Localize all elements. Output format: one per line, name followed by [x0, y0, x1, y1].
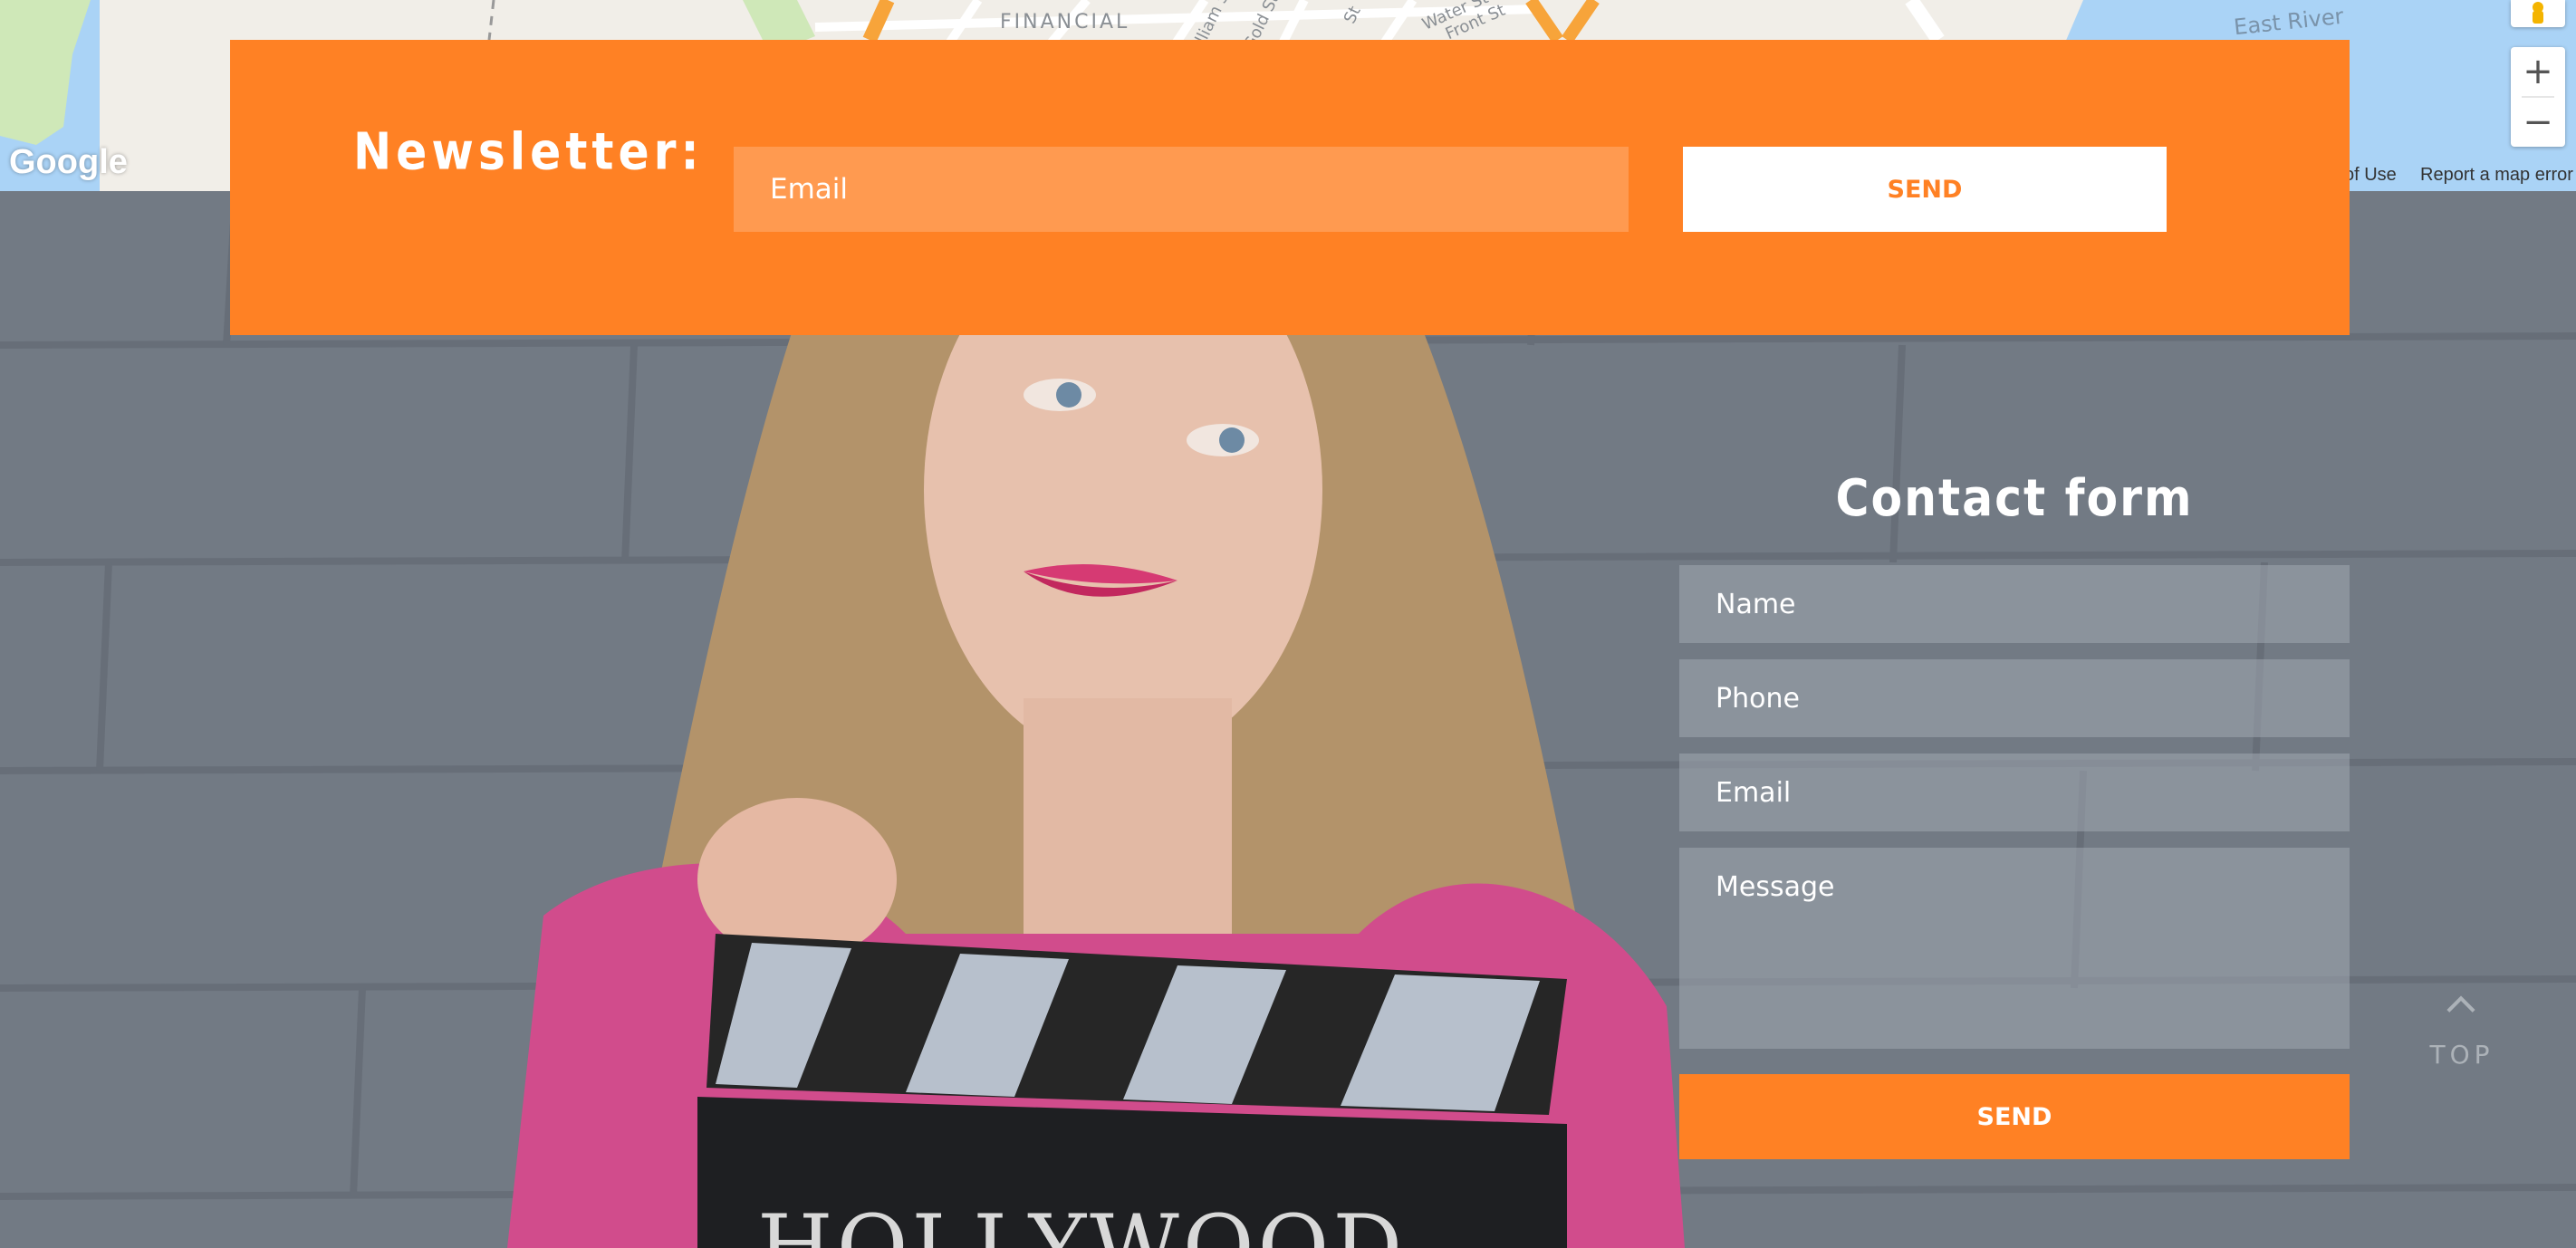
newsletter-email-input[interactable] — [734, 147, 1629, 232]
contact-message-textarea[interactable] — [1679, 848, 2350, 1049]
newsletter-title: Newsletter: — [353, 122, 704, 182]
map-report-error-link[interactable]: Report a map error — [2420, 165, 2573, 186]
map-label-financial: FINANCIAL — [1000, 11, 1130, 34]
google-logo: Google — [9, 143, 128, 181]
scroll-top-label: TOP — [2429, 1040, 2494, 1070]
scroll-top-button[interactable]: TOP — [2420, 993, 2504, 1074]
contact-send-button[interactable]: SEND — [1679, 1074, 2350, 1159]
contact-phone-input[interactable] — [1679, 659, 2350, 737]
street-view-pegman-icon[interactable] — [2511, 0, 2565, 27]
contact-form-title: Contact form — [1835, 469, 2194, 528]
newsletter-section: Newsletter: SEND — [230, 40, 2350, 335]
map-terms-link[interactable]: of Use — [2344, 165, 2397, 186]
clapboard-text: HOLLYWOOD — [757, 1196, 1407, 1248]
chevron-up-icon — [2446, 995, 2475, 1024]
pegman-icon — [2533, 2, 2543, 24]
newsletter-send-button[interactable]: SEND — [1683, 147, 2167, 232]
zoom-in-button[interactable]: + — [2511, 47, 2565, 96]
zoom-out-button[interactable]: − — [2511, 98, 2565, 147]
contact-email-input[interactable] — [1679, 754, 2350, 831]
contact-name-input[interactable] — [1679, 565, 2350, 643]
map-zoom-control: + − — [2511, 47, 2565, 147]
